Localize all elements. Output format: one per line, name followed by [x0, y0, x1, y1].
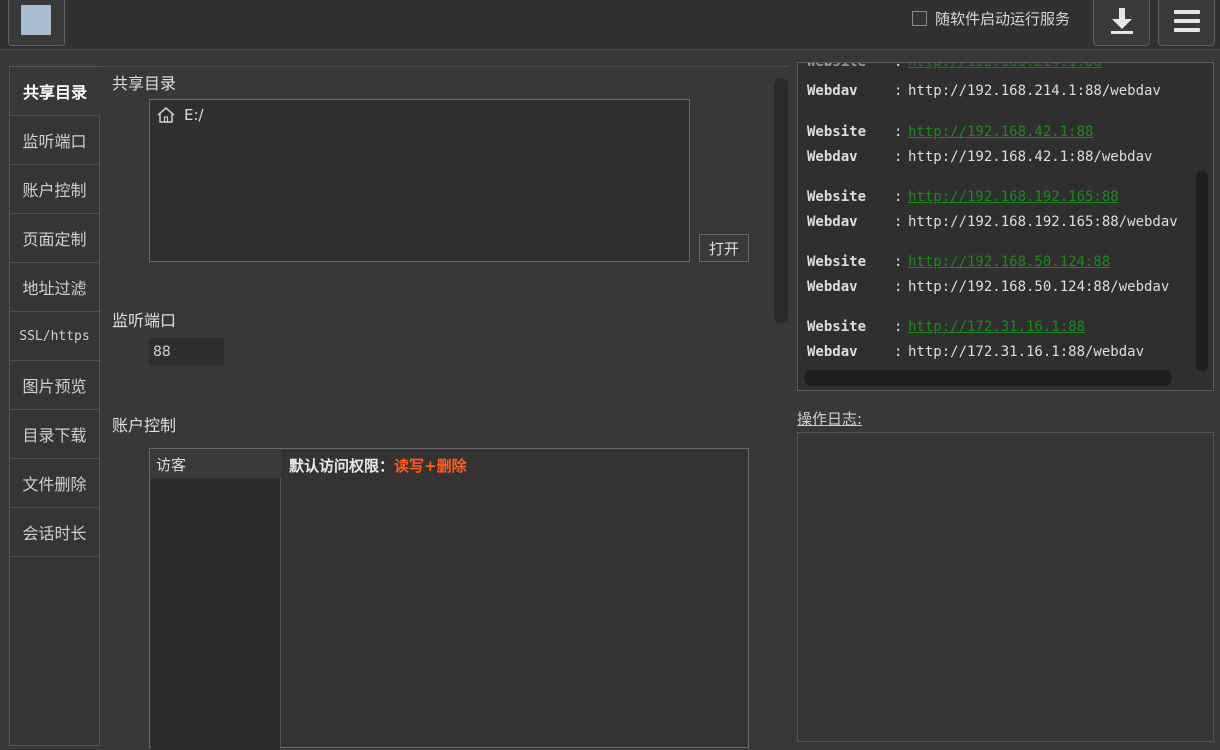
share-dir-path: E:/ [184, 106, 204, 124]
address-value[interactable]: http://172.31.16.1:88/webdav [908, 344, 1144, 360]
open-button[interactable]: 打开 [699, 234, 749, 262]
default-permission-label: 默认访问权限： [289, 457, 395, 475]
address-value[interactable]: http://192.168.214.1:88/webdav [908, 83, 1161, 99]
address-row-partial: Website: http://192.168.214.1:88 [807, 62, 1102, 70]
address-key: Website [807, 124, 867, 140]
top-toolbar: 随软件启动运行服务 [0, 0, 1220, 50]
settings-sidebar: 共享目录 监听端口 账户控制 页面定制 地址过滤 SSL/https 图片预览 … [9, 66, 100, 746]
download-button[interactable] [1093, 0, 1150, 46]
address-row: Website: http://192.168.50.124:88 [807, 254, 1111, 270]
address-vertical-scrollbar[interactable] [1196, 171, 1208, 371]
home-icon [157, 107, 175, 123]
address-key: Webdav [807, 149, 858, 165]
main-scrollbar[interactable] [774, 78, 788, 323]
share-dir-title: 共享目录 [112, 74, 177, 93]
user-list[interactable]: 访客 [151, 450, 281, 750]
share-dir-list[interactable]: E:/ [149, 99, 690, 262]
address-row: Website: http://192.168.42.1:88 [807, 124, 1094, 140]
address-row: Webdav: http://172.31.16.1:88/webdav [807, 344, 1145, 360]
default-permission-line: 默认访问权限：读写+删除 [289, 455, 467, 476]
address-link[interactable]: http://192.168.50.124:88 [908, 254, 1110, 270]
address-value[interactable]: http://192.168.42.1:88/webdav [908, 149, 1152, 165]
download-icon [1110, 8, 1133, 34]
address-value[interactable]: http://192.168.50.124:88/webdav [908, 279, 1169, 295]
sidebar-item-account-control[interactable]: 账户控制 [10, 165, 99, 214]
address-row: Website: http://192.168.192.165:88 [807, 189, 1119, 205]
app-logo-button[interactable] [8, 0, 65, 46]
port-input[interactable]: 88 [149, 338, 224, 365]
address-link[interactable]: http://192.168.42.1:88 [908, 124, 1093, 140]
sidebar-item-address-filter[interactable]: 地址过滤 [10, 263, 99, 312]
address-link[interactable]: http://192.168.192.165:88 [908, 189, 1119, 205]
sidebar-item-session-duration[interactable]: 会话时长 [10, 508, 99, 557]
operation-log-label: 操作日志: [797, 410, 863, 428]
address-key: Webdav [807, 279, 858, 295]
autostart-checkbox[interactable]: 随软件启动运行服务 [912, 6, 1070, 30]
address-row: Webdav: http://192.168.214.1:88/webdav [807, 83, 1161, 99]
address-horizontal-scrollbar[interactable] [804, 370, 1172, 386]
address-value[interactable]: http://192.168.192.165:88/webdav [908, 214, 1178, 230]
sidebar-item-file-delete[interactable]: 文件删除 [10, 459, 99, 508]
address-key: Webdav [807, 344, 858, 360]
address-row: Webdav: http://192.168.50.124:88/webdav [807, 279, 1170, 295]
address-list-panel: Website: http://192.168.214.1:88 Webdav: h… [797, 62, 1214, 391]
address-key: Website [807, 254, 867, 270]
account-panel: 访客 默认访问权限：读写+删除 [149, 448, 749, 750]
address-link[interactable]: http://172.31.16.1:88 [908, 319, 1085, 335]
default-permission-value[interactable]: 读写+删除 [394, 457, 467, 475]
menu-button[interactable] [1158, 0, 1215, 46]
sidebar-item-dir-download[interactable]: 目录下载 [10, 410, 99, 459]
sidebar-item-ssl-https[interactable]: SSL/https [10, 312, 99, 361]
address-key: Webdav [807, 214, 858, 230]
sidebar-item-image-preview[interactable]: 图片预览 [10, 361, 99, 410]
hamburger-menu-icon [1173, 10, 1200, 32]
sidebar-item-listen-port[interactable]: 监听端口 [10, 116, 99, 165]
account-control-title: 账户控制 [112, 416, 177, 435]
address-row: Webdav: http://192.168.42.1:88/webdav [807, 149, 1153, 165]
address-row: Webdav: http://192.168.192.165:88/webdav [807, 214, 1178, 230]
address-key: Website [807, 319, 867, 335]
address-key: Website [807, 189, 867, 205]
operation-log-panel[interactable] [797, 432, 1214, 742]
app-logo-icon [21, 5, 51, 35]
share-dir-entry[interactable]: E:/ [156, 106, 204, 124]
user-item-visitor[interactable]: 访客 [151, 450, 281, 478]
sidebar-item-share-dir[interactable]: 共享目录 [10, 67, 100, 116]
autostart-label: 随软件启动运行服务 [935, 9, 1071, 28]
address-key: Webdav [807, 83, 858, 99]
checkbox-box[interactable] [912, 10, 927, 26]
address-row: Website: http://172.31.16.1:88 [807, 319, 1086, 335]
sidebar-item-page-custom[interactable]: 页面定制 [10, 214, 99, 263]
listen-port-title: 监听端口 [112, 311, 177, 330]
